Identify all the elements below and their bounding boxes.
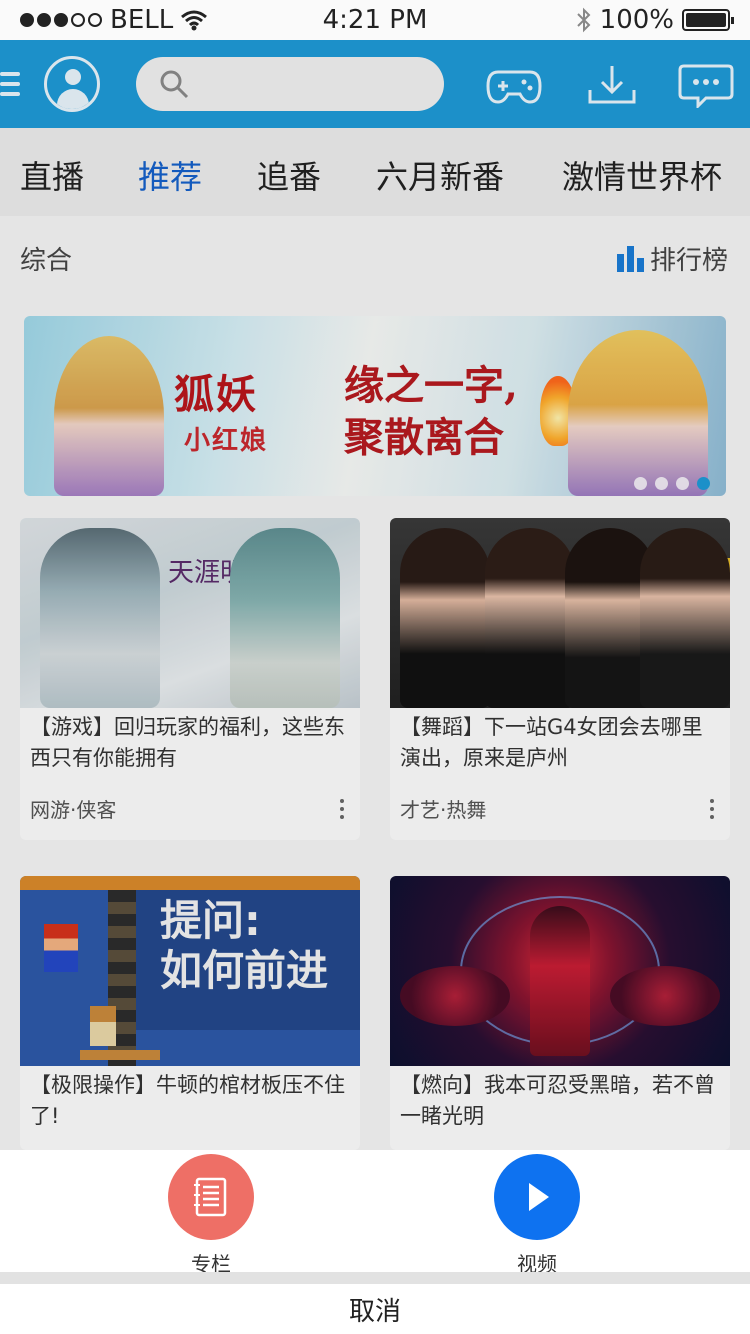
article-icon[interactable] xyxy=(168,1154,254,1240)
carrier-label: BELL xyxy=(110,5,174,35)
cancel-button[interactable]: 取消 xyxy=(0,1284,750,1334)
status-left: BELL xyxy=(20,5,280,35)
action-sheet: 专栏 视频 取消 xyxy=(0,1150,750,1334)
signal-icon xyxy=(20,13,102,27)
battery-percent: 100% xyxy=(599,5,674,35)
sheet-divider xyxy=(0,1272,750,1284)
column-option[interactable]: 专栏 xyxy=(156,1154,266,1277)
wifi-icon xyxy=(181,10,208,31)
status-bar: BELL 4:21 PM 100% xyxy=(0,0,750,40)
status-right: 100% xyxy=(470,5,734,35)
dim-overlay[interactable] xyxy=(0,40,750,1150)
battery-icon xyxy=(682,9,734,31)
play-icon[interactable] xyxy=(494,1154,580,1240)
battery-level xyxy=(686,13,726,27)
video-option[interactable]: 视频 xyxy=(482,1154,592,1277)
bluetooth-icon xyxy=(576,7,591,33)
status-time: 4:21 PM xyxy=(322,5,428,35)
